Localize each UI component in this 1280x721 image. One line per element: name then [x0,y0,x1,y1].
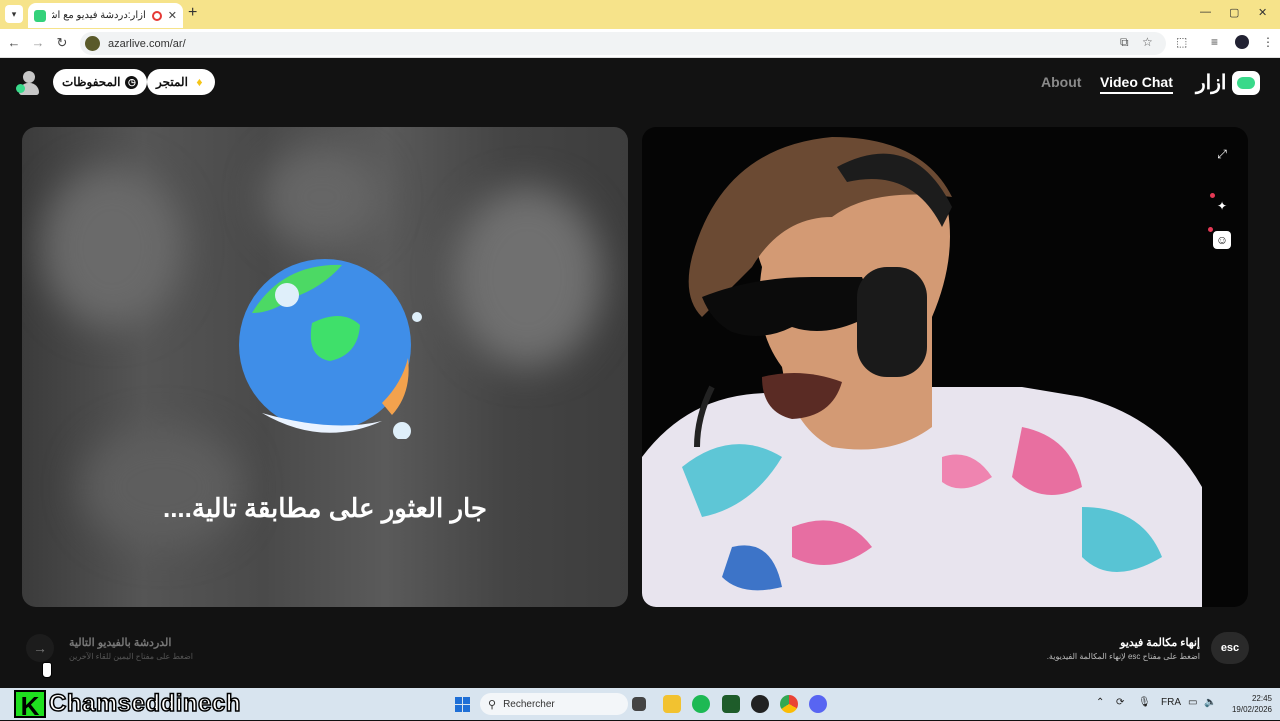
tab-search-button[interactable]: ▾ [5,5,23,23]
shop-label: المتجر [156,75,188,89]
logo-text: ازار [1196,72,1227,94]
media-control-icon[interactable]: ≡ [1211,35,1218,49]
forward-icon[interactable]: → [30,35,46,50]
extensions-icon[interactable]: ⬚ [1176,35,1187,49]
taskbar-search[interactable]: ⚲ Rechercher [480,693,628,715]
partner-video-panel: جار العثور على مطابقة تالية.... [22,127,628,607]
bookmark-star-icon[interactable]: ☆ [1142,35,1153,49]
nav-video-chat[interactable]: Video Chat [1100,74,1173,94]
discord-icon[interactable] [809,695,827,713]
tab-close-button[interactable]: ✕ [168,9,177,22]
url-text: azarlive.com/ar/ [108,37,186,50]
install-app-icon[interactable]: ⧉ [1120,35,1129,50]
tab-bar: ▾ أزار:دردشة فيديو مع أشخاص ✕ + — ▢ ✕ [0,0,1280,28]
address-bar-row: ← → ↻ azarlive.com/ar/ ⧉ ☆ [0,29,1280,58]
browser-tab[interactable]: أزار:دردشة فيديو مع أشخاص ✕ [28,3,183,28]
minimize-button[interactable]: — [1200,6,1211,18]
globe-icon [239,259,422,439]
user-avatar[interactable] [16,70,40,96]
shop-button[interactable]: المتجر ♦ [147,69,215,95]
watermark-name: Chamseddinech [48,689,241,718]
taskbar-clock[interactable]: 22:45 19/02/2026 [1222,693,1272,715]
matching-status: جار العثور على مطابقة تالية.... [162,493,488,523]
camera-feed-image [642,137,1202,607]
profile-avatar[interactable] [1235,35,1249,49]
microphone-icon[interactable]: 🎙 [1138,697,1151,708]
maximize-button[interactable]: ▢ [1229,6,1239,19]
tab-favicon-icon [34,9,46,22]
chrome-icon[interactable] [780,695,798,713]
url-bar[interactable]: azarlive.com/ar/ ⧉ ☆ [80,32,1166,55]
saved-button[interactable]: المحفوظات ◷ [53,69,148,95]
file-explorer-icon[interactable] [663,695,681,713]
sync-icon[interactable]: ⟳ [1116,697,1124,708]
diamond-icon: ♦ [196,75,203,89]
language-indicator[interactable]: FRA [1161,697,1181,708]
tab-title: أزار:دردشة فيديو مع أشخاص [52,10,146,21]
new-tab-button[interactable]: + [188,5,197,21]
nav-about[interactable]: About [1041,74,1081,90]
next-chat-button[interactable]: → [26,634,54,662]
azar-logo[interactable]: ازار [1196,70,1261,95]
volume-icon[interactable]: 🔈 [1204,697,1216,708]
next-chat-title: الدردشة بالفيديو التالية [69,637,172,649]
end-call-button[interactable]: esc [1211,632,1249,664]
network-icon[interactable]: ▭ [1188,697,1197,708]
end-call-hint: اضغط على مفتاح esc لإنهاء المكالمة الفيد… [1046,652,1200,661]
next-chat-hint: اضغط على مفتاح اليمين للقاء الآخرين [69,652,194,661]
spotify-icon[interactable] [692,695,710,713]
streamer-watermark: K Chamseddinech [14,689,241,720]
obs-icon[interactable] [751,695,769,713]
clock-date: 19/02/2026 [1231,705,1272,714]
clock-time: 22:45 [1251,694,1272,703]
mouse-cursor-icon [42,662,52,678]
windows-start-icon[interactable] [455,697,470,712]
task-view-icon[interactable] [632,697,646,711]
tray-chevron-icon[interactable]: ⌃ [1096,697,1104,708]
reload-icon[interactable]: ↻ [54,35,70,51]
back-icon[interactable]: ← [6,35,22,50]
face-icon[interactable]: ☺ [1213,231,1231,249]
azar-logo-icon [1232,70,1261,95]
recording-icon [151,10,162,21]
self-camera-panel: ⤢ ✦ ☺ [642,127,1248,607]
end-call-title: إنهاء مكالمة فيديو [1120,637,1200,649]
magic-wand-icon[interactable]: ✦ [1213,197,1231,215]
terminal-app-icon[interactable] [722,695,740,713]
watermark-letter: K [14,690,46,720]
arrow-right-icon: → [33,640,47,656]
search-icon: ⚲ [488,698,497,711]
face-badge [1208,227,1213,232]
browser-menu-icon[interactable]: ⋮ [1262,35,1274,49]
saved-label: المحفوظات [62,75,121,89]
clock-icon: ◷ [125,75,139,89]
close-window-button[interactable]: ✕ [1258,6,1267,19]
taskbar-search-placeholder: Rechercher [503,698,555,710]
site-info-icon[interactable] [85,36,100,51]
expand-icon[interactable]: ⤢ [1213,145,1231,163]
